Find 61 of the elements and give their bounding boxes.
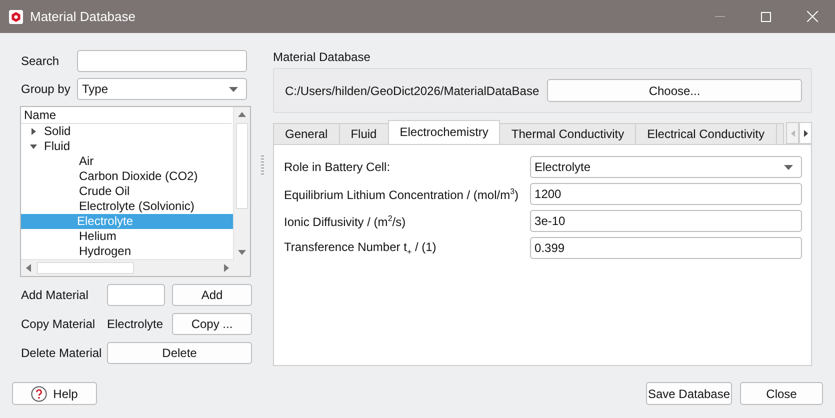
input-field[interactable]: 3e-10 bbox=[530, 210, 802, 232]
help-icon bbox=[31, 386, 48, 402]
collapsed-arrow-icon[interactable] bbox=[30, 128, 37, 135]
input-field[interactable] bbox=[107, 284, 165, 306]
field-label: Role in Battery Cell: bbox=[284, 160, 392, 174]
copy-button[interactable]: Copy ... bbox=[172, 313, 252, 335]
database-path: C:/Users/hilden/GeoDict2026/MaterialDataBase bbox=[285, 84, 540, 98]
window-title: Material Database bbox=[30, 9, 136, 24]
dropdown-arrow-icon bbox=[784, 164, 793, 170]
splitter-handle-icon[interactable] bbox=[261, 154, 264, 174]
minimize-icon bbox=[715, 16, 725, 17]
input-field[interactable]: 0.399 bbox=[530, 237, 802, 259]
right-arrow-icon bbox=[804, 130, 808, 136]
close-button[interactable]: Close bbox=[740, 382, 823, 405]
close-icon bbox=[806, 11, 818, 22]
field-label: Copy Material bbox=[20, 317, 96, 331]
tree-item[interactable]: Crude Oil bbox=[21, 184, 234, 199]
scroll-left-icon[interactable] bbox=[26, 264, 31, 272]
left-arrow-icon bbox=[790, 130, 794, 136]
group-by-dropdown[interactable]: Type bbox=[77, 78, 247, 100]
tab[interactable]: General bbox=[273, 123, 340, 144]
app-logo-icon bbox=[9, 10, 23, 24]
material-tree[interactable]: Name Solid Fluid Air Carbon Dioxide (CO2) Crude Oil Electrolyte (Solvionic) Electrolyte Helium Hydrogen bbox=[20, 106, 251, 277]
tree-item[interactable]: Fluid bbox=[21, 139, 234, 154]
tab[interactable]: Electrical Conductivity bbox=[635, 123, 776, 144]
tab[interactable]: Fluid bbox=[338, 123, 389, 144]
delete-button[interactable]: Delete bbox=[107, 342, 252, 364]
expanded-arrow-icon[interactable] bbox=[30, 143, 37, 150]
vertical-scrollbar[interactable] bbox=[233, 107, 250, 260]
input-field[interactable]: 1200 bbox=[530, 183, 802, 205]
field-label: Equilibrium Lithium Concentration / (mol/m$^{3}$) bbox=[284, 186, 520, 202]
field-label: Transference Number t$_{+}$ / (1) bbox=[284, 240, 438, 256]
tree-item[interactable]: Electrolyte (Solvionic) bbox=[21, 199, 234, 214]
field-label: Group by bbox=[20, 82, 72, 96]
scroll-right-button[interactable] bbox=[799, 122, 812, 144]
tree-item[interactable]: Carbon Dioxide (CO2) bbox=[21, 169, 234, 184]
role-dropdown[interactable]: Electrolyte bbox=[530, 156, 802, 178]
horizontal-scrollbar[interactable] bbox=[21, 259, 234, 276]
field-label: Add Material bbox=[20, 288, 90, 302]
tree-item[interactable]: Hydrogen bbox=[21, 244, 234, 259]
maximize-icon bbox=[761, 12, 771, 22]
column-header[interactable]: Name bbox=[21, 107, 232, 124]
tree-item[interactable]: Helium bbox=[21, 229, 234, 244]
tab[interactable]: Electrochemistry bbox=[388, 120, 500, 144]
copy-source-text: Electrolyte bbox=[107, 317, 164, 331]
section-title: Material Database bbox=[273, 50, 372, 64]
scroll-up-icon[interactable] bbox=[238, 112, 246, 117]
dropdown-arrow-icon bbox=[229, 86, 238, 92]
tree-item[interactable]: Air bbox=[21, 154, 234, 169]
tree-item[interactable]: Solid bbox=[21, 124, 234, 139]
help-button[interactable]: Help bbox=[12, 382, 97, 405]
tab[interactable]: Thermal Conductivity bbox=[499, 123, 636, 144]
save-database-button[interactable]: Save Database bbox=[646, 382, 732, 405]
search-field[interactable] bbox=[77, 50, 247, 72]
scroll-down-icon[interactable] bbox=[238, 250, 246, 255]
field-label: Search bbox=[20, 54, 60, 68]
scroll-right-icon[interactable] bbox=[224, 264, 229, 272]
choose-button[interactable]: Choose... bbox=[547, 79, 802, 102]
field-label: Delete Material bbox=[20, 346, 103, 360]
field-label: Ionic Diffusivity / (m$^{2}$/s) bbox=[284, 214, 407, 228]
add-button[interactable]: Add bbox=[172, 284, 252, 306]
